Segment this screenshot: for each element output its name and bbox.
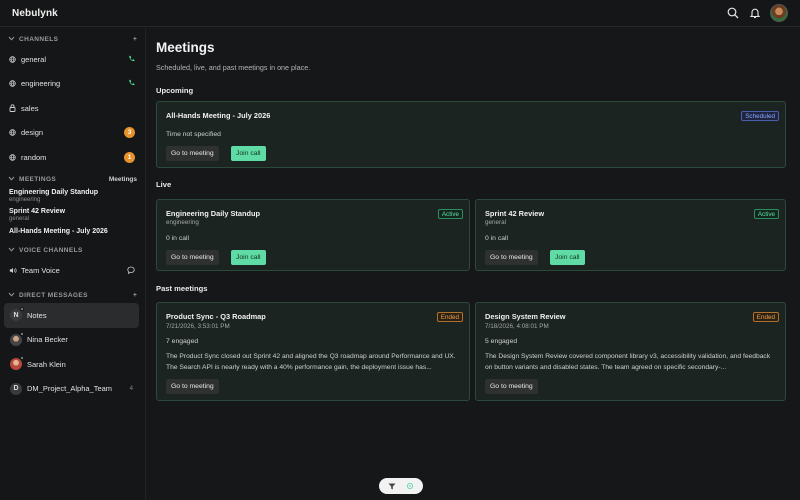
sidebar-meeting-item[interactable]: All-Hands Meeting - July 2026 xyxy=(0,227,145,236)
meeting-title: Sprint 42 Review xyxy=(485,209,545,218)
sidebar-meeting-item[interactable]: Engineering Daily Standup engineering xyxy=(0,188,145,204)
voice-channels-header[interactable]: VOICE CHANNELS xyxy=(0,243,145,259)
avatar xyxy=(10,356,24,371)
bell-icon[interactable] xyxy=(748,6,762,20)
meeting-date: 7/18/2026, 4:08:01 PM xyxy=(485,323,549,330)
status-badge: Scheduled xyxy=(741,111,779,121)
chevron-down-icon xyxy=(8,247,15,254)
join-call-button[interactable]: Join call xyxy=(231,250,266,265)
engaged-count: 7 engaged xyxy=(166,338,199,345)
speaker-icon xyxy=(9,267,17,274)
participant-count: 0 in call xyxy=(166,235,190,242)
sidebar: CHANNELS + general engineering sales des… xyxy=(0,28,146,500)
live-heading: Live xyxy=(156,180,172,189)
unread-badge: 3 xyxy=(124,127,135,139)
chevron-down-icon xyxy=(8,292,15,299)
globe-icon xyxy=(9,56,17,63)
sidebar-item-general[interactable]: general xyxy=(0,47,145,72)
page-subtitle: Scheduled, live, and past meetings in on… xyxy=(156,63,311,72)
chevron-down-icon xyxy=(8,36,15,43)
phone-icon[interactable] xyxy=(128,79,135,88)
globe-icon xyxy=(9,154,17,161)
go-to-meeting-button[interactable]: Go to meeting xyxy=(166,146,219,161)
dm-item-nina-becker[interactable]: Nina Becker xyxy=(4,328,139,353)
sidebar-item-team-voice[interactable]: Team Voice xyxy=(0,259,145,284)
status-badge: Ended xyxy=(436,312,463,322)
dm-item-project-alpha-team[interactable]: D DM_Project_Alpha_Team 4 xyxy=(4,377,139,402)
channels-header[interactable]: CHANNELS + xyxy=(0,31,145,47)
dm-item-sarah-klein[interactable]: Sarah Klein xyxy=(4,352,139,377)
avatar: D xyxy=(10,382,22,395)
join-call-button[interactable]: Join call xyxy=(231,146,266,161)
page-title: Meetings xyxy=(156,40,215,55)
filter-icon[interactable] xyxy=(388,477,396,495)
dm-item-notes[interactable]: N Notes xyxy=(4,303,139,328)
engaged-count: 5 engaged xyxy=(485,338,518,345)
status-badge: Ended xyxy=(752,312,779,322)
settings-icon[interactable] xyxy=(406,477,414,495)
main-content: Meetings Scheduled, live, and past meeti… xyxy=(146,28,800,500)
status-badge: Active xyxy=(753,209,779,219)
top-bar: Nebulynk xyxy=(0,0,800,27)
go-to-meeting-button[interactable]: Go to meeting xyxy=(166,250,219,265)
meetings-link[interactable]: Meetings xyxy=(109,176,137,183)
go-to-meeting-button[interactable]: Go to meeting xyxy=(166,379,219,394)
meeting-card-live: Sprint 42 Review general Active 0 in cal… xyxy=(475,199,786,271)
meeting-title: All-Hands Meeting - July 2026 xyxy=(166,111,271,120)
go-to-meeting-button[interactable]: Go to meeting xyxy=(485,250,538,265)
meeting-title: Product Sync - Q3 Roadmap xyxy=(166,312,266,321)
meeting-title: Engineering Daily Standup xyxy=(166,209,261,218)
meeting-summary: The Design System Review covered compone… xyxy=(485,353,771,371)
meeting-channel: engineering xyxy=(166,219,199,226)
phone-icon[interactable] xyxy=(128,55,135,64)
chat-bubble-icon[interactable] xyxy=(127,266,135,276)
search-icon[interactable] xyxy=(726,6,740,20)
top-actions xyxy=(726,4,788,22)
avatar xyxy=(10,331,24,346)
meeting-summary: The Product Sync closed out Sprint 42 an… xyxy=(166,353,456,371)
status-badge: Active xyxy=(437,209,463,219)
meeting-card-live: Engineering Daily Standup engineering Ac… xyxy=(156,199,470,271)
meeting-channel: general xyxy=(485,219,507,226)
participant-count: 0 in call xyxy=(485,235,509,242)
meeting-card-upcoming: All-Hands Meeting - July 2026 Scheduled … xyxy=(156,101,786,168)
lock-icon xyxy=(9,104,17,113)
globe-icon xyxy=(9,129,17,136)
unread-badge: 1 xyxy=(124,151,135,163)
sidebar-meeting-item[interactable]: Sprint 42 Review general xyxy=(0,207,145,223)
add-channel-button[interactable]: + xyxy=(133,36,137,43)
meeting-time: Time not specified xyxy=(166,131,221,138)
sidebar-item-random[interactable]: random 1 xyxy=(0,145,145,170)
globe-icon xyxy=(9,80,17,87)
user-avatar[interactable] xyxy=(770,4,788,22)
meeting-card-past: Product Sync - Q3 Roadmap 7/21/2026, 3:5… xyxy=(156,302,470,401)
chevron-down-icon xyxy=(8,176,15,183)
avatar: N xyxy=(10,307,24,322)
meetings-header[interactable]: MEETINGS Meetings xyxy=(0,172,145,188)
floating-toolbar xyxy=(379,478,423,494)
direct-messages-header[interactable]: DIRECT MESSAGES + xyxy=(0,287,145,303)
go-to-meeting-button[interactable]: Go to meeting xyxy=(485,379,538,394)
sidebar-item-sales[interactable]: sales xyxy=(0,96,145,121)
app-name: Nebulynk xyxy=(12,7,58,19)
sidebar-item-engineering[interactable]: engineering xyxy=(0,72,145,97)
join-call-button[interactable]: Join call xyxy=(550,250,585,265)
upcoming-heading: Upcoming xyxy=(156,86,194,95)
past-meetings-heading: Past meetings xyxy=(156,284,208,293)
meeting-card-past: Design System Review 7/18/2026, 4:08:01 … xyxy=(475,302,786,401)
member-count: 4 xyxy=(129,385,133,392)
sidebar-item-design[interactable]: design 3 xyxy=(0,121,145,146)
add-dm-button[interactable]: + xyxy=(133,292,137,299)
meeting-title: Design System Review xyxy=(485,312,566,321)
meeting-date: 7/21/2026, 3:53:01 PM xyxy=(166,323,230,330)
